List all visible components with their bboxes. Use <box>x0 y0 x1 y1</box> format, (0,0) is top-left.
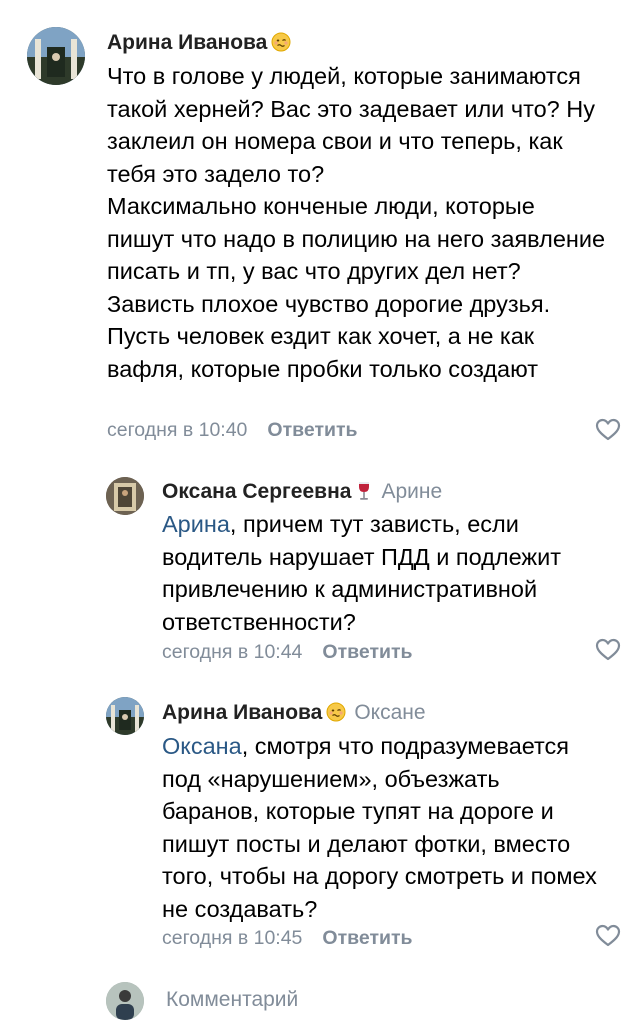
reply-button[interactable]: Ответить <box>267 419 357 441</box>
avatar-photo-icon <box>106 477 144 515</box>
comment-composer: Комментарий <box>0 980 640 1020</box>
avatar[interactable] <box>27 27 85 85</box>
reply-button[interactable]: Ответить <box>322 641 412 663</box>
comment-header: Арина Иванова Оксане <box>162 700 426 729</box>
reply-to-label[interactable]: Арине <box>381 480 442 503</box>
author-name[interactable]: Оксана Сергеевна <box>162 480 351 503</box>
avatar[interactable] <box>106 697 144 735</box>
comment-meta: сегодня в 10:40 Ответить <box>107 418 358 442</box>
comment-item: Арина Иванова Оксане Оксана, смотря что … <box>0 680 640 970</box>
comment-item: Оксана Сергеевна Арине Арина, причем тут… <box>0 460 640 680</box>
comment-date: сегодня в 10:44 <box>162 641 303 663</box>
avatar-photo-icon <box>27 27 85 85</box>
comment-body: , смотря что подразумевается под «наруше… <box>162 733 597 922</box>
comment-date: сегодня в 10:40 <box>107 419 248 441</box>
comment-item: Арина Иванова Что в голове у людей, кото… <box>0 0 640 460</box>
comment-text: Оксана, смотря что подразумевается под «… <box>162 730 602 925</box>
avatar <box>106 982 144 1020</box>
mention-link[interactable]: Арина <box>162 511 230 537</box>
like-heart-icon[interactable] <box>595 638 621 662</box>
comment-text: Что в голове у людей, которые занимаются… <box>107 63 606 382</box>
comment-input[interactable]: Комментарий <box>166 988 298 1012</box>
comment-header: Оксана Сергеевна Арине <box>162 479 442 508</box>
reply-button[interactable]: Ответить <box>322 927 412 949</box>
comment-meta: сегодня в 10:45 Ответить <box>162 926 413 950</box>
comment-text: Арина, причем тут зависть, если водитель… <box>162 508 602 638</box>
mention-link[interactable]: Оксана <box>162 733 242 759</box>
comment-header: Арина Иванова <box>107 30 291 59</box>
author-name[interactable]: Арина Иванова <box>107 31 267 54</box>
wine-glass-icon <box>355 481 373 508</box>
user-avatar-icon <box>106 982 144 1020</box>
woozy-face-icon <box>326 702 346 729</box>
like-heart-icon[interactable] <box>595 924 621 948</box>
woozy-face-icon <box>271 32 291 59</box>
author-name[interactable]: Арина Иванова <box>162 701 322 724</box>
comment-meta: сегодня в 10:44 Ответить <box>162 640 413 664</box>
avatar-photo-icon <box>106 697 144 735</box>
avatar[interactable] <box>106 477 144 515</box>
reply-to-label[interactable]: Оксане <box>354 701 425 724</box>
like-heart-icon[interactable] <box>595 418 621 442</box>
comment-date: сегодня в 10:45 <box>162 927 303 949</box>
